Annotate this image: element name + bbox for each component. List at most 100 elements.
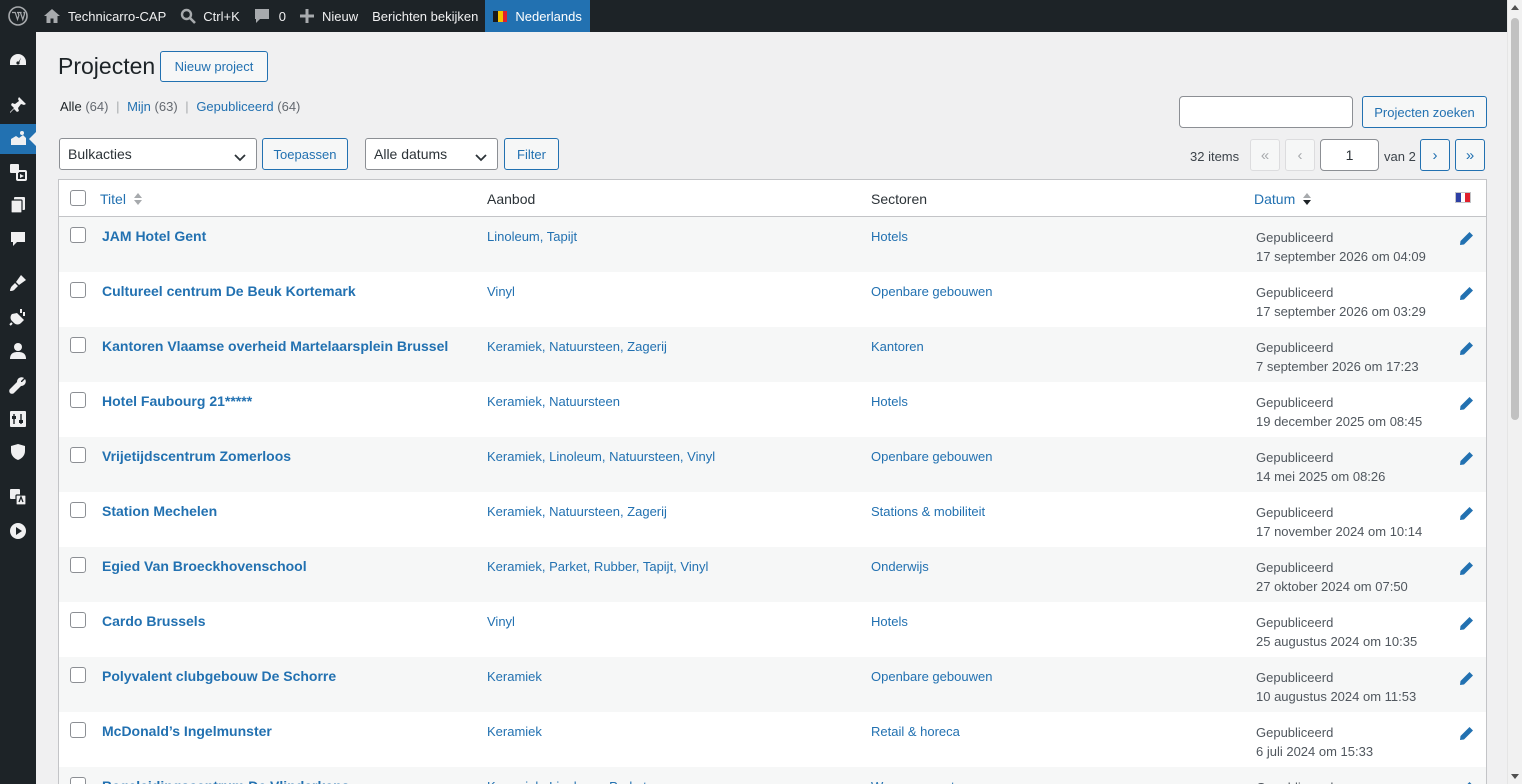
edit-pencil-icon[interactable] — [1459, 671, 1474, 689]
row-checkbox[interactable] — [70, 282, 86, 298]
row-checkbox[interactable] — [70, 557, 86, 573]
offer-links[interactable]: Linoleum, Tapijt — [487, 229, 577, 244]
project-title-link[interactable]: Egied Van Broeckhovenschool — [102, 558, 307, 574]
view-mine-link[interactable]: Mijn — [127, 99, 151, 114]
scroll-down-arrow-icon[interactable] — [1511, 774, 1519, 779]
projects-menu-icon[interactable] — [0, 124, 36, 154]
edit-pencil-icon[interactable] — [1459, 506, 1474, 524]
sector-link[interactable]: Hotels — [871, 394, 908, 409]
wordpress-logo-icon[interactable] — [0, 0, 36, 32]
first-page-button[interactable]: « — [1250, 139, 1280, 171]
appearance-brush-icon[interactable] — [0, 268, 36, 298]
users-icon[interactable] — [0, 336, 36, 366]
row-checkbox[interactable] — [70, 502, 86, 518]
offer-links[interactable]: Keramiek — [487, 724, 542, 739]
project-title-link[interactable]: Vrijetijdscentrum Zomerloos — [102, 448, 291, 464]
edit-pencil-icon[interactable] — [1459, 396, 1474, 414]
row-checkbox[interactable] — [70, 337, 86, 353]
bulk-actions-select[interactable]: Bulkacties — [59, 138, 257, 170]
search-projects-button[interactable]: Projecten zoeken — [1362, 96, 1487, 128]
offer-links[interactable]: Keramiek, Natuursteen, Zagerij — [487, 339, 667, 354]
row-checkbox[interactable] — [70, 777, 86, 784]
edit-pencil-icon[interactable] — [1459, 726, 1474, 744]
scrollbar-thumb[interactable] — [1511, 18, 1519, 420]
plugins-icon[interactable] — [0, 302, 36, 332]
last-page-button[interactable]: » — [1455, 139, 1485, 171]
offer-links[interactable]: Keramiek, Linoleum, Natuursteen, Vinyl — [487, 449, 715, 464]
sector-link[interactable]: Onderwijs — [871, 559, 929, 574]
project-title-link[interactable]: Kantoren Vlaamse overheid Martelaarsplei… — [102, 338, 448, 354]
translation-icon[interactable] — [0, 482, 36, 512]
edit-pencil-icon[interactable] — [1459, 286, 1474, 304]
row-checkbox[interactable] — [70, 447, 86, 463]
offer-links[interactable]: Vinyl — [487, 614, 515, 629]
dashboard-icon[interactable] — [0, 45, 36, 75]
edit-pencil-icon[interactable] — [1459, 451, 1474, 469]
sector-link[interactable]: Openbare gebouwen — [871, 669, 992, 684]
column-title-sort[interactable]: Titel — [100, 191, 142, 209]
view-published-link[interactable]: Gepubliceerd — [196, 99, 273, 114]
filter-button[interactable]: Filter — [504, 138, 559, 170]
view-posts-link[interactable]: Berichten bekijken — [365, 0, 485, 32]
previous-page-button[interactable]: ‹ — [1285, 139, 1315, 171]
project-title-link[interactable]: Cultureel centrum De Beuk Kortemark — [102, 283, 356, 299]
project-title-link[interactable]: Begeleidingscentrum De Vlinderkens — [102, 778, 349, 784]
date-filter-select[interactable]: Alle datums — [365, 138, 498, 170]
sector-link[interactable]: Openbare gebouwen — [871, 284, 992, 299]
site-name-link[interactable]: Technicarro-CAP — [36, 0, 173, 32]
offer-links[interactable]: Keramiek, Linoleum, Parket — [487, 779, 647, 784]
offer-links[interactable]: Vinyl — [487, 284, 515, 299]
project-title-link[interactable]: Polyvalent clubgebouw De Schorre — [102, 668, 336, 684]
edit-pencil-icon[interactable] — [1459, 616, 1474, 634]
media-icon[interactable] — [0, 157, 36, 187]
page-scrollbar[interactable] — [1507, 0, 1522, 784]
offer-links[interactable]: Keramiek, Natuursteen — [487, 394, 620, 409]
sector-link[interactable]: Kantoren — [871, 339, 924, 354]
sector-link[interactable]: Openbare gebouwen — [871, 449, 992, 464]
publish-status: Gepubliceerd — [1256, 395, 1334, 410]
offer-links[interactable]: Keramiek — [487, 669, 542, 684]
comments-menu-icon[interactable] — [0, 224, 36, 254]
comments-link[interactable]: 0 — [247, 0, 293, 32]
edit-pencil-icon[interactable] — [1459, 231, 1474, 249]
posts-pin-icon[interactable] — [0, 90, 36, 120]
apply-button[interactable]: Toepassen — [262, 138, 348, 170]
row-checkbox[interactable] — [70, 667, 86, 683]
row-checkbox[interactable] — [70, 227, 86, 243]
sector-link[interactable]: Stations & mobiliteit — [871, 504, 985, 519]
select-all-checkbox[interactable] — [70, 190, 86, 206]
current-page-input[interactable]: 1 — [1320, 139, 1379, 171]
edit-pencil-icon[interactable] — [1459, 561, 1474, 579]
view-all-link[interactable]: Alle — [60, 99, 82, 114]
date-cell: Gepubliceerd 6 juli 2024 om 15:33 — [1256, 723, 1373, 761]
language-switcher[interactable]: Nederlands — [485, 0, 590, 32]
project-title-link[interactable]: Cardo Brussels — [102, 613, 205, 629]
command-palette-button[interactable]: Ctrl+K — [173, 0, 246, 32]
sector-link[interactable]: Retail & horeca — [871, 724, 960, 739]
row-checkbox[interactable] — [70, 722, 86, 738]
settings-sliders-icon[interactable] — [0, 404, 36, 434]
row-checkbox[interactable] — [70, 612, 86, 628]
edit-pencil-icon[interactable] — [1459, 341, 1474, 359]
sector-link[interactable]: Hotels — [871, 614, 908, 629]
next-page-button[interactable]: › — [1420, 139, 1450, 171]
security-shield-icon[interactable] — [0, 437, 36, 467]
new-content-link[interactable]: Nieuw — [293, 0, 365, 32]
project-title-link[interactable]: McDonald’s Ingelmunster — [102, 723, 272, 739]
row-checkbox[interactable] — [70, 392, 86, 408]
video-play-icon[interactable] — [0, 516, 36, 546]
table-row: Polyvalent clubgebouw De Schorre Keramiek… — [59, 657, 1486, 712]
tools-wrench-icon[interactable] — [0, 370, 36, 400]
offer-links[interactable]: Keramiek, Parket, Rubber, Tapijt, Vinyl — [487, 559, 708, 574]
search-input[interactable] — [1179, 96, 1353, 128]
new-project-button[interactable]: Nieuw project — [160, 51, 268, 82]
column-date-sort[interactable]: Datum — [1254, 191, 1312, 209]
project-title-link[interactable]: JAM Hotel Gent — [102, 228, 206, 244]
offer-links[interactable]: Keramiek, Natuursteen, Zagerij — [487, 504, 667, 519]
scroll-up-arrow-icon[interactable] — [1511, 5, 1519, 10]
sector-link[interactable]: Woonzorgcentra — [871, 779, 966, 784]
project-title-link[interactable]: Hotel Faubourg 21***** — [102, 393, 252, 409]
sector-link[interactable]: Hotels — [871, 229, 908, 244]
pages-icon[interactable] — [0, 190, 36, 220]
project-title-link[interactable]: Station Mechelen — [102, 503, 217, 519]
